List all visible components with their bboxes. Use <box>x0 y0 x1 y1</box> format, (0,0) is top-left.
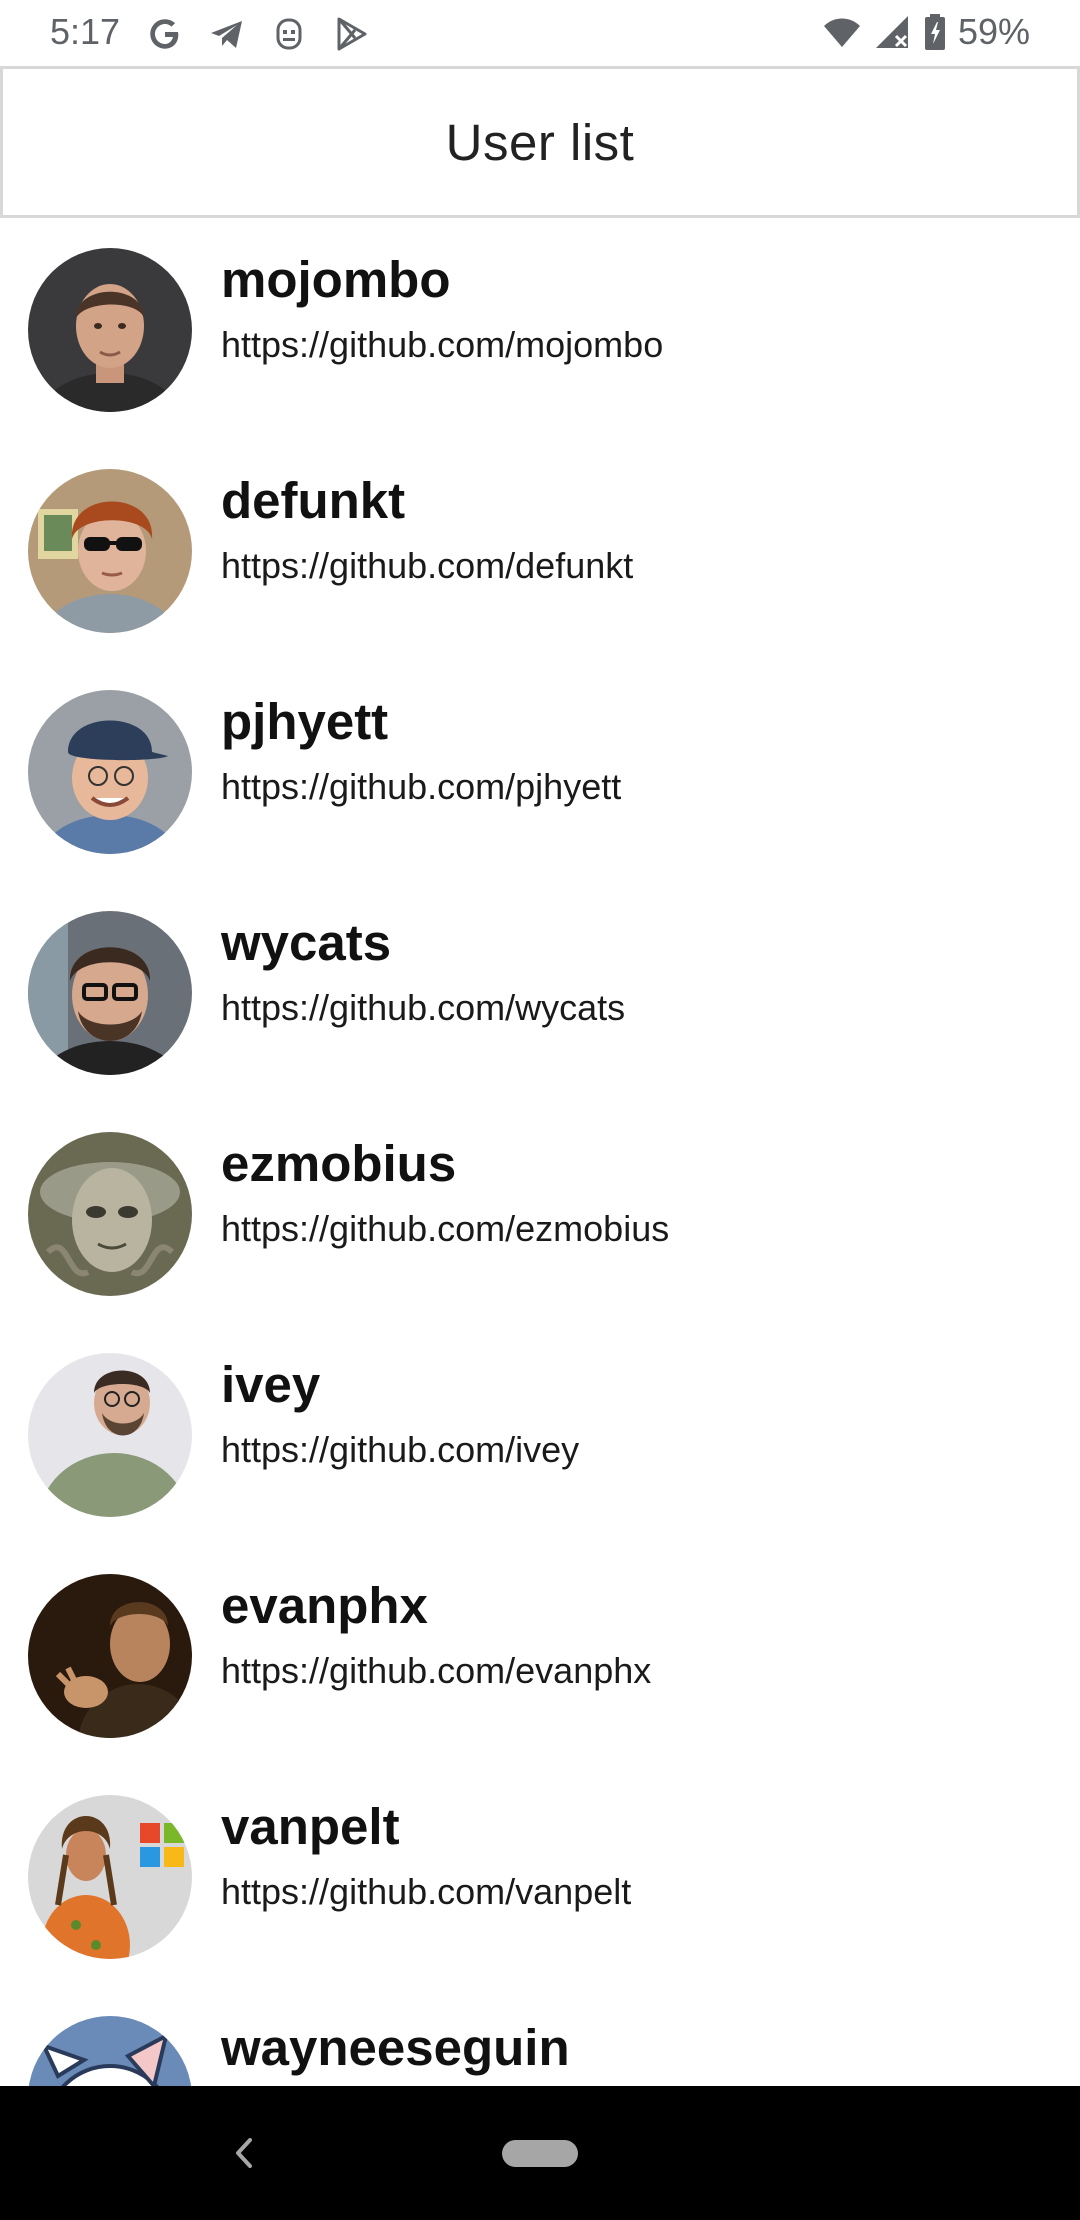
avatar <box>28 1574 192 1738</box>
google-icon <box>145 14 185 54</box>
play-store-icon <box>331 14 371 54</box>
user-row-wayneeseguin[interactable]: wayneeseguin <box>0 1986 1080 2086</box>
home-pill-icon[interactable] <box>502 2140 578 2167</box>
battery-percent: 59% <box>957 11 1030 52</box>
user-login: wayneeseguin <box>221 2019 570 2076</box>
avatar <box>28 1132 192 1296</box>
user-row-ezmobius[interactable]: ezmobius https://github.com/ezmobius <box>0 1102 1080 1323</box>
system-icons: 59% <box>822 10 1030 54</box>
user-url: https://github.com/mojombo <box>221 324 664 365</box>
user-row-vanpelt[interactable]: vanpelt https://github.com/vanpelt <box>0 1765 1080 1986</box>
user-login: mojombo <box>221 251 451 308</box>
user-url: https://github.com/ivey <box>221 1429 580 1470</box>
avatar <box>28 469 192 633</box>
wifi-icon <box>822 12 862 52</box>
user-login: evanphx <box>221 1577 428 1634</box>
assistant-icon <box>269 14 309 54</box>
avatar <box>28 690 192 854</box>
user-list: mojombo https://github.com/mojombo defun… <box>0 218 1080 2086</box>
user-login: pjhyett <box>221 693 389 750</box>
user-url: https://github.com/vanpelt <box>221 1871 632 1912</box>
avatar <box>28 1795 192 1959</box>
user-url: https://github.com/defunkt <box>221 545 634 586</box>
user-row-evanphx[interactable]: evanphx https://github.com/evanphx <box>0 1544 1080 1765</box>
navigation-bar <box>0 2086 1080 2220</box>
user-row-wycats[interactable]: wycats https://github.com/wycats <box>0 881 1080 1102</box>
user-row-ivey[interactable]: ivey https://github.com/ivey <box>0 1323 1080 1544</box>
app-screen: 5:17 59% User list mojombo https://githu… <box>0 0 1080 2220</box>
user-row-defunkt[interactable]: defunkt https://github.com/defunkt <box>0 439 1080 660</box>
user-row-mojombo[interactable]: mojombo https://github.com/mojombo <box>0 218 1080 439</box>
user-login: vanpelt <box>221 1798 400 1855</box>
user-login: ezmobius <box>221 1135 457 1192</box>
user-url: https://github.com/pjhyett <box>221 766 622 807</box>
user-login: ivey <box>221 1356 321 1413</box>
signal-icon <box>872 12 912 52</box>
user-url: https://github.com/evanphx <box>221 1650 652 1691</box>
avatar <box>28 1353 192 1517</box>
avatar <box>28 911 192 1075</box>
status-bar: 5:17 59% <box>0 0 1080 66</box>
status-time: 5:17 <box>50 11 121 52</box>
user-url: https://github.com/wycats <box>221 987 626 1028</box>
avatar <box>28 2016 192 2086</box>
app-header: User list <box>0 66 1080 218</box>
avatar <box>28 248 192 412</box>
user-login: defunkt <box>221 472 406 529</box>
user-row-pjhyett[interactable]: pjhyett https://github.com/pjhyett <box>0 660 1080 881</box>
battery-icon <box>922 12 948 52</box>
page-title: User list <box>445 113 635 171</box>
back-icon[interactable] <box>222 2130 268 2176</box>
telegram-icon <box>207 14 247 54</box>
notification-icons <box>145 12 371 56</box>
user-login: wycats <box>221 914 392 971</box>
user-url: https://github.com/ezmobius <box>221 1208 670 1249</box>
